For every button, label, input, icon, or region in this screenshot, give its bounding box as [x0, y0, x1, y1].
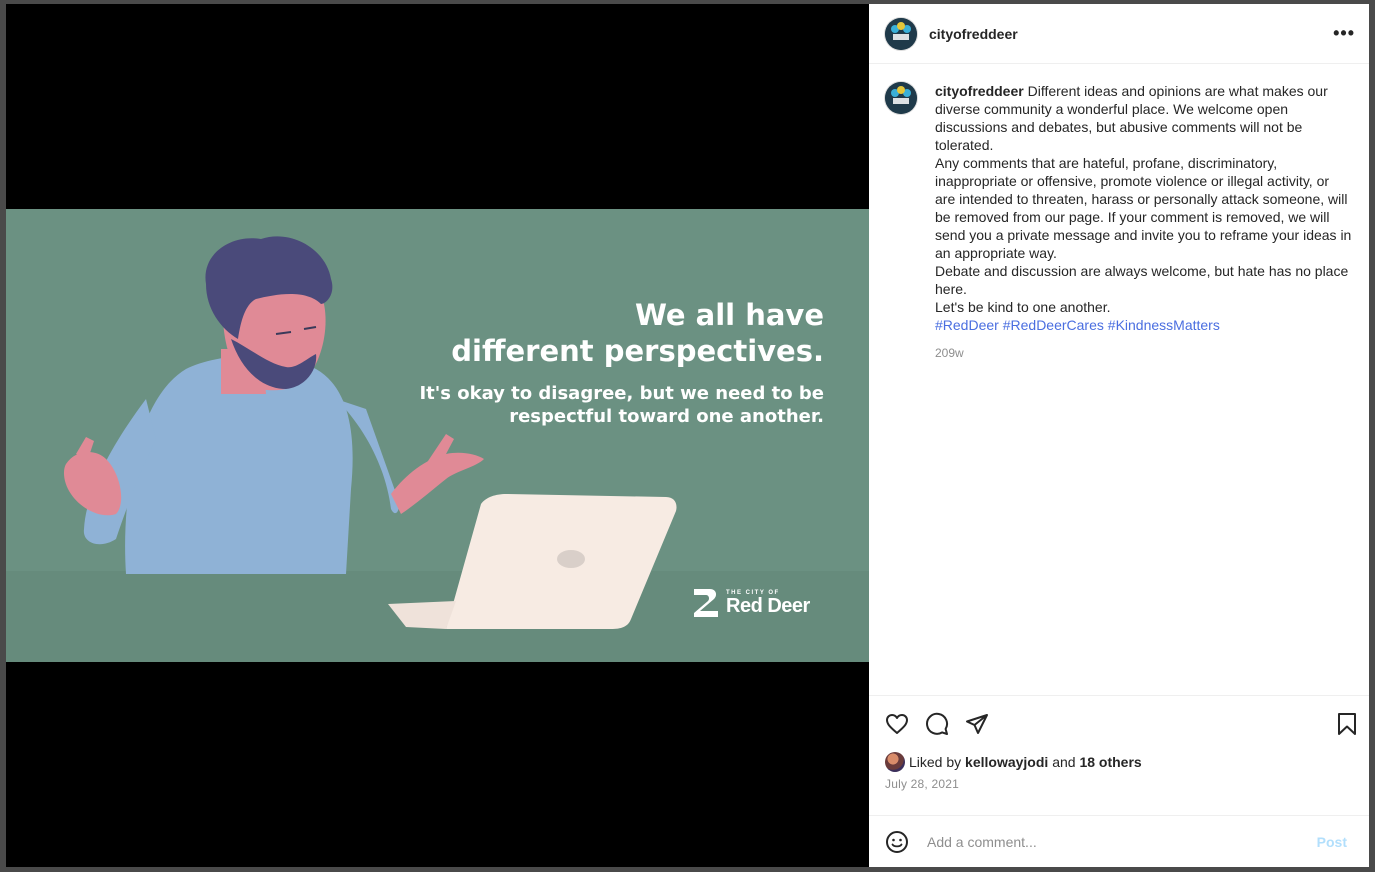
hashtags: #RedDeer #RedDeerCares #KindnessMatters	[935, 316, 1353, 334]
share-icon[interactable]	[965, 712, 989, 736]
header-username[interactable]: cityofreddeer	[929, 26, 1018, 42]
liked-by-others[interactable]: 18 others	[1079, 754, 1141, 770]
liker-avatar[interactable]	[885, 752, 905, 772]
caption-line-3: Debate and discussion are always welcome…	[935, 263, 1349, 297]
post-age[interactable]: 209w	[935, 344, 1353, 362]
hashtag-kindnessmatters[interactable]: #KindnessMatters	[1108, 317, 1220, 333]
comment-bar: Post	[869, 815, 1369, 867]
caption-row: cityofreddeer Different ideas and opinio…	[885, 82, 1353, 362]
heart-icon[interactable]	[885, 712, 909, 736]
post-modal: We all have different perspectives. It's…	[6, 4, 1369, 867]
action-bar	[869, 695, 1369, 751]
more-options-icon[interactable]: •••	[1333, 23, 1355, 44]
caption-paragraph: cityofreddeer Different ideas and opinio…	[935, 82, 1353, 154]
image-headline-line2: different perspectives.	[451, 334, 824, 368]
caption-line-2: Any comments that are hateful, profane, …	[935, 155, 1352, 261]
image-subheadline-line2: respectful toward one another.	[509, 406, 824, 427]
post-media[interactable]: We all have different perspectives. It's…	[6, 4, 869, 867]
post-header: cityofreddeer •••	[869, 4, 1369, 64]
post-comment-button[interactable]: Post	[1311, 833, 1353, 851]
post-details-panel: cityofreddeer ••• cityofreddeer Differen…	[869, 4, 1369, 867]
red-deer-logo: THE CITY OF Red Deer	[692, 587, 810, 619]
comment-input[interactable]	[925, 832, 1311, 851]
likes-summary: Liked by kellowayjodi and 18 others	[869, 751, 1369, 773]
comment-icon[interactable]	[925, 712, 949, 736]
post-date[interactable]: July 28, 2021	[869, 773, 1369, 803]
image-subheadline-line1: It's okay to disagree, but we need to be	[419, 383, 824, 404]
image-subheadline: It's okay to disagree, but we need to be…	[419, 382, 824, 428]
caption-line-4: Let's be kind to one another.	[935, 299, 1111, 315]
red-deer-logo-mark-icon	[694, 589, 718, 617]
hashtag-reddeer[interactable]: #RedDeer	[935, 317, 999, 333]
caption-area: cityofreddeer Different ideas and opinio…	[869, 64, 1369, 695]
account-avatar[interactable]	[885, 17, 917, 50]
caption-username[interactable]: cityofreddeer	[935, 83, 1024, 99]
post-image: We all have different perspectives. It's…	[6, 209, 869, 662]
red-deer-avatar-icon	[885, 17, 917, 50]
bookmark-icon[interactable]	[1335, 712, 1359, 736]
liked-by-prefix: Liked by	[909, 754, 962, 770]
red-deer-logo-text: THE CITY OF Red Deer	[726, 590, 810, 616]
liked-by-user[interactable]: kellowayjodi	[965, 754, 1048, 770]
hashtag-reddeercares[interactable]: #RedDeerCares	[1003, 317, 1104, 333]
image-headline-line1: We all have	[634, 298, 824, 332]
emoji-icon[interactable]	[885, 830, 909, 854]
caption-text: cityofreddeer Different ideas and opinio…	[935, 82, 1353, 362]
caption-avatar[interactable]	[885, 82, 917, 114]
image-headline: We all have different perspectives.	[451, 297, 824, 369]
logo-big-text: Red Deer	[726, 595, 810, 617]
liked-by-and: and	[1052, 754, 1076, 770]
red-deer-avatar-icon	[885, 82, 917, 114]
